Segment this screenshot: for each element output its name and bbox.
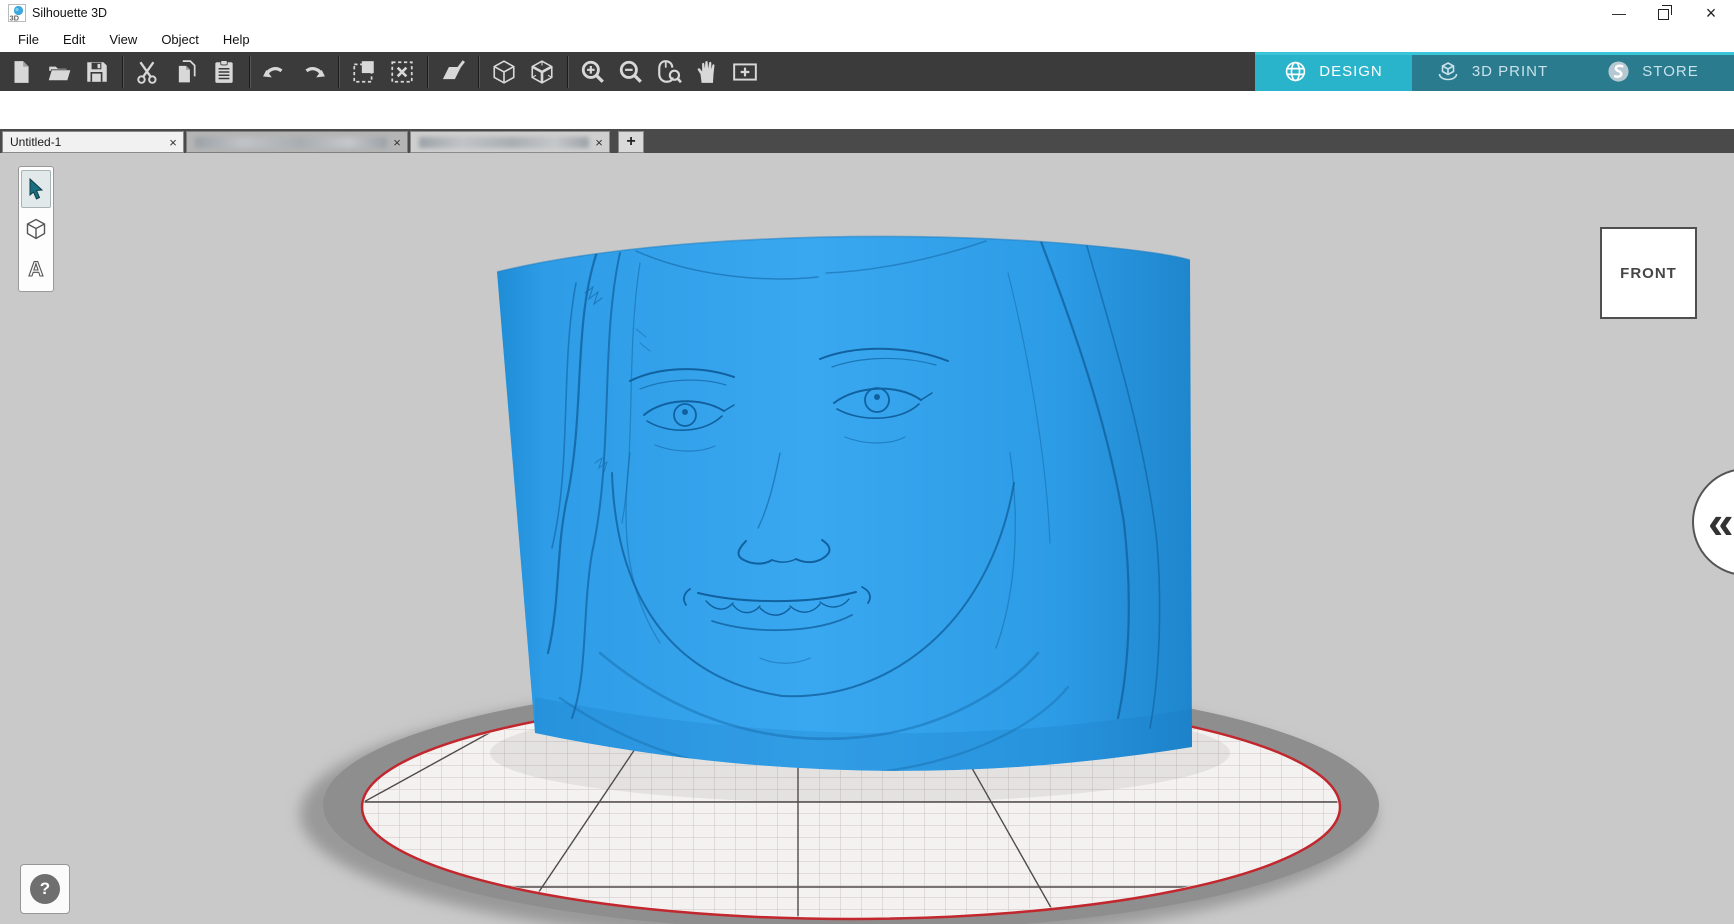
select-duplicate-button[interactable] (345, 55, 383, 89)
save-button[interactable] (78, 55, 116, 89)
menu-help[interactable]: Help (211, 32, 262, 47)
view-solid-button[interactable] (523, 55, 561, 89)
redacted-tab-label (419, 137, 589, 148)
paste-button[interactable] (205, 55, 243, 89)
zoom-out-button[interactable] (612, 55, 650, 89)
model-body[interactable] (497, 236, 1192, 770)
help-button[interactable]: ? (20, 864, 70, 914)
menu-view[interactable]: View (97, 32, 149, 47)
zoom-out-icon (618, 59, 644, 85)
selection-box-icon (351, 59, 377, 85)
open-folder-icon (46, 59, 72, 85)
undo-button[interactable] (256, 55, 294, 89)
save-icon (84, 59, 110, 85)
menu-file[interactable]: File (6, 32, 51, 47)
minimize-button[interactable]: — (1596, 0, 1642, 26)
add-tab-button[interactable]: + (618, 131, 644, 153)
app-icon: 3D (8, 4, 26, 22)
mode-tab-label: STORE (1642, 63, 1698, 80)
document-tab-redacted[interactable]: × (186, 131, 408, 153)
minimize-icon: — (1612, 5, 1626, 21)
toolbar-separator (427, 56, 428, 88)
fit-view-icon (732, 59, 758, 85)
close-tab-icon[interactable]: × (387, 135, 407, 150)
restore-button[interactable] (1642, 0, 1688, 26)
orientation-label: FRONT (1620, 265, 1677, 282)
chevron-left-double-icon: « (1708, 499, 1734, 545)
toolbar-separator (122, 56, 123, 88)
close-tab-icon[interactable]: × (589, 135, 609, 150)
zoom-in-button[interactable] (574, 55, 612, 89)
document-tab-label: Untitled-1 (3, 135, 163, 149)
new-file-icon (8, 59, 34, 85)
help-icon: ? (30, 874, 60, 904)
solid-cube-icon (529, 59, 555, 85)
document-tab-redacted[interactable]: × (410, 131, 610, 153)
zoom-selection-icon (656, 59, 682, 85)
deselect-icon (389, 59, 415, 85)
lithophane-model[interactable] (497, 236, 1192, 776)
zoom-in-icon (580, 59, 606, 85)
select-tool-button[interactable] (21, 170, 51, 208)
view-orientation-indicator[interactable]: FRONT (1600, 227, 1697, 319)
mode-tab-store[interactable]: STORE (1572, 52, 1734, 91)
cube-icon (24, 217, 48, 241)
new-file-button[interactable] (2, 55, 40, 89)
text-tool-icon: A (24, 256, 48, 282)
menu-object[interactable]: Object (149, 32, 211, 47)
open-file-button[interactable] (40, 55, 78, 89)
toolbar-separator (338, 56, 339, 88)
redacted-tab-label (195, 137, 387, 148)
mode-tab-design[interactable]: DESIGN (1255, 52, 1412, 91)
globe-icon (1284, 60, 1307, 83)
svg-text:3D: 3D (10, 14, 20, 23)
window-title: Silhouette 3D (32, 6, 107, 20)
title-bar: 3D Silhouette 3D — × (0, 0, 1734, 26)
scissors-icon (135, 59, 161, 85)
redo-icon (300, 59, 326, 85)
tool-palette: A (18, 166, 54, 292)
close-icon: × (1706, 3, 1717, 24)
print-bed-icon (1436, 60, 1460, 84)
copy-icon (173, 59, 199, 85)
svg-text:A: A (28, 258, 43, 281)
main-toolbar: DESIGN 3D PRINT STORE (0, 52, 1734, 91)
mode-tab-3d-print[interactable]: 3D PRINT (1412, 52, 1572, 91)
zoom-selection-button[interactable] (650, 55, 688, 89)
view-wireframe-button[interactable] (485, 55, 523, 89)
text-tool-button[interactable]: A (21, 250, 51, 288)
fit-to-view-button[interactable] (726, 55, 764, 89)
restore-icon (1658, 9, 1669, 20)
wireframe-cube-icon (491, 59, 517, 85)
deselect-button[interactable] (383, 55, 421, 89)
viewport-canvas[interactable]: A FRONT « ? (0, 153, 1734, 924)
cursor-icon (25, 177, 47, 201)
cut-button[interactable] (129, 55, 167, 89)
toolbar-separator (249, 56, 250, 88)
document-tab-bar: Untitled-1 × × × + (0, 129, 1734, 153)
menu-edit[interactable]: Edit (51, 32, 97, 47)
undo-icon (262, 59, 288, 85)
hand-icon (694, 59, 720, 85)
mode-tab-label: DESIGN (1319, 63, 1383, 80)
toolbar-separator (567, 56, 568, 88)
close-button[interactable]: × (1688, 0, 1734, 26)
toolbar-separator (478, 56, 479, 88)
3d-scene[interactable] (0, 153, 1734, 924)
clipboard-icon (211, 59, 237, 85)
emboss-button[interactable] (434, 55, 472, 89)
emboss-plane-icon (440, 59, 466, 85)
toolbar-gap (0, 91, 1734, 129)
close-tab-icon[interactable]: × (163, 135, 183, 150)
mode-tab-bar: DESIGN 3D PRINT STORE (1255, 52, 1734, 91)
pan-button[interactable] (688, 55, 726, 89)
menu-bar: File Edit View Object Help (0, 26, 1734, 52)
document-tab-untitled[interactable]: Untitled-1 × (2, 131, 184, 153)
copy-button[interactable] (167, 55, 205, 89)
store-logo-icon (1607, 60, 1630, 83)
redo-button[interactable] (294, 55, 332, 89)
shape-tool-button[interactable] (21, 210, 51, 248)
add-tab-icon: + (626, 133, 635, 151)
mode-tab-label: 3D PRINT (1472, 63, 1548, 80)
